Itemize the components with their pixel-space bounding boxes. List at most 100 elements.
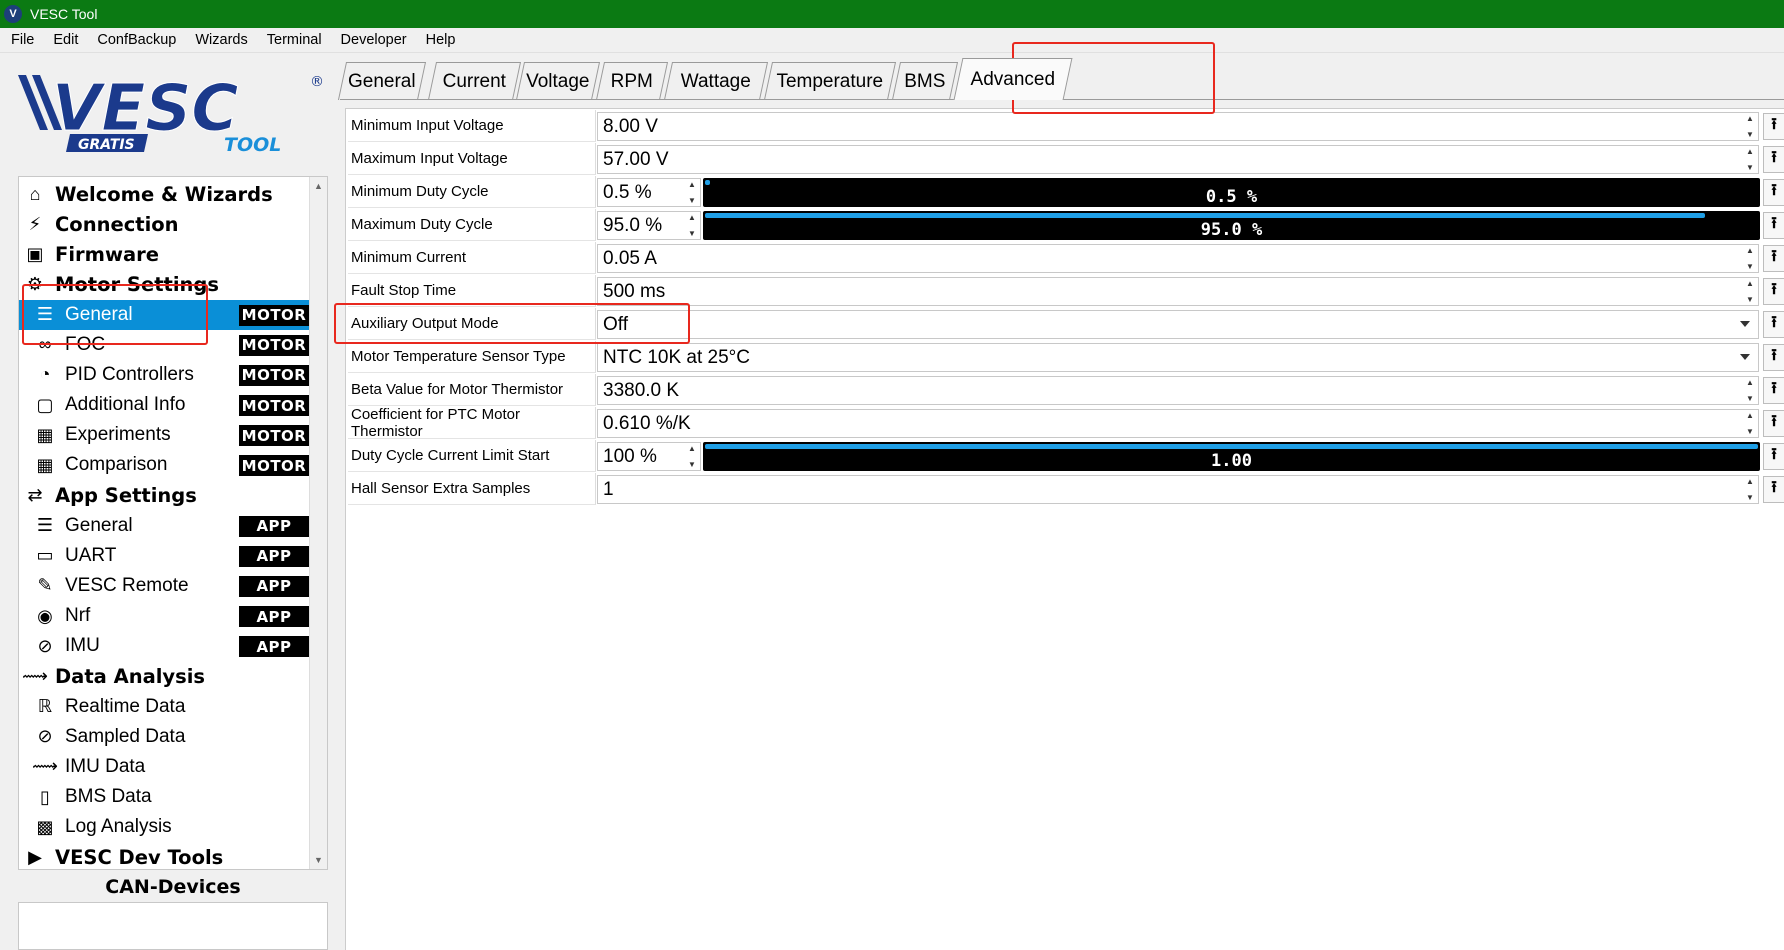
- param-label: Minimum Duty Cycle: [348, 176, 596, 208]
- param-combo-box[interactable]: Off: [597, 310, 1759, 339]
- param-spin-box[interactable]: 3380.0 K ▲ ▼: [597, 376, 1759, 405]
- read-default-button[interactable]: ⭱: [1763, 146, 1784, 173]
- tab-wattage[interactable]: Wattage: [663, 62, 769, 100]
- menu-terminal[interactable]: Terminal: [256, 32, 330, 48]
- tree-item-foc[interactable]: ∞ FOC MOTOR: [19, 330, 311, 360]
- tab-temperature[interactable]: Temperature: [763, 62, 897, 100]
- param-slider-bar[interactable]: 0.5 %: [703, 178, 1760, 207]
- param-spin-box[interactable]: 0.610 %/K ▲ ▼: [597, 409, 1759, 438]
- parameter-table: Minimum Input Voltage 8.00 V ▲ ▼ ⭱ Maximum In…: [345, 108, 1784, 950]
- tree-category-data-analysis[interactable]: ⟿ Data Analysis: [19, 661, 311, 691]
- tree-item-uart[interactable]: ▭ UART APP: [19, 541, 311, 571]
- menu-developer[interactable]: Developer: [330, 32, 415, 48]
- param-spin-box[interactable]: 95.0 % ▲ ▼: [597, 211, 701, 240]
- tree-item-bms-data[interactable]: ▯ BMS Data: [19, 782, 311, 812]
- read-default-button[interactable]: ⭱: [1763, 179, 1784, 206]
- tree-category-connection[interactable]: ⚡ Connection: [19, 209, 311, 239]
- can-devices-list[interactable]: [18, 902, 328, 950]
- menu-confbackup[interactable]: ConfBackup: [86, 32, 184, 48]
- param-spin-box[interactable]: 57.00 V ▲ ▼: [597, 145, 1759, 174]
- slider-fill: [705, 180, 711, 185]
- read-default-button[interactable]: ⭱: [1763, 410, 1784, 437]
- spin-arrows-icon[interactable]: ▲ ▼: [1743, 114, 1757, 139]
- can-devices-title: CAN-Devices: [105, 876, 241, 898]
- param-slider-bar[interactable]: 95.0 %: [703, 211, 1760, 240]
- tree-item-label: Firmware: [55, 242, 159, 266]
- menu-wizards[interactable]: Wizards: [184, 32, 255, 48]
- spin-arrows-icon[interactable]: ▲ ▼: [1743, 411, 1757, 436]
- tree-item-vesc-remote[interactable]: ✎ VESC Remote APP: [19, 571, 311, 601]
- tree-item-pid-controllers[interactable]: ◔ PID Controllers MOTOR: [19, 360, 311, 390]
- dropdown-arrow-icon[interactable]: [1740, 321, 1750, 327]
- param-spin-box[interactable]: 100 % ▲ ▼: [597, 442, 701, 471]
- param-spin-box[interactable]: 8.00 V ▲ ▼: [597, 112, 1759, 141]
- menu-file[interactable]: File: [0, 32, 42, 48]
- tree-category-app-settings[interactable]: ⇄ App Settings: [19, 481, 311, 511]
- spin-arrows-icon[interactable]: ▲ ▼: [685, 180, 699, 205]
- read-default-button[interactable]: ⭱: [1763, 245, 1784, 272]
- read-default-button[interactable]: ⭱: [1763, 344, 1784, 371]
- spin-arrows-icon[interactable]: ▲ ▼: [685, 213, 699, 238]
- param-spin-box[interactable]: 0.05 A ▲ ▼: [597, 244, 1759, 273]
- scroll-down-icon[interactable]: ▼: [310, 851, 327, 869]
- tab-bms[interactable]: BMS: [891, 62, 959, 100]
- param-row-beta-value-for-motor-thermistor: Beta Value for Motor Thermistor 3380.0 K ▲…: [346, 374, 1784, 407]
- tab-current[interactable]: Current: [427, 62, 522, 100]
- tab-advanced[interactable]: Advanced: [953, 58, 1073, 100]
- navigation-tree[interactable]: ⌂ Welcome & Wizards ⚡ Connection ▣ Firmware ⚙ M…: [18, 176, 328, 870]
- read-default-button[interactable]: ⭱: [1763, 113, 1784, 140]
- menu-edit[interactable]: Edit: [42, 32, 86, 48]
- tree-category-vesc-dev-tools[interactable]: ▶ VESC Dev Tools: [19, 842, 311, 869]
- tree-item-sampled-data[interactable]: ⊘ Sampled Data: [19, 722, 311, 752]
- upload-arrow-icon: ⭱: [1771, 413, 1777, 430]
- param-spin-box[interactable]: 0.5 % ▲ ▼: [597, 178, 701, 207]
- param-value: 0.5 %: [603, 181, 652, 203]
- menu-help[interactable]: Help: [415, 32, 464, 48]
- plug-icon: ⚡: [28, 213, 42, 234]
- tree-item-general[interactable]: ☰ General MOTOR: [19, 299, 311, 330]
- imu-data-icon: ⟿: [32, 756, 58, 777]
- read-default-button[interactable]: ⭱: [1763, 377, 1784, 404]
- param-slider-bar[interactable]: 1.00: [703, 442, 1760, 471]
- read-default-button[interactable]: ⭱: [1763, 278, 1784, 305]
- tree-category-firmware[interactable]: ▣ Firmware: [19, 239, 311, 269]
- read-default-button[interactable]: ⭱: [1763, 212, 1784, 239]
- dropdown-arrow-icon[interactable]: [1740, 354, 1750, 360]
- spin-arrows-icon[interactable]: ▲ ▼: [685, 444, 699, 469]
- read-default-button[interactable]: ⭱: [1763, 443, 1784, 470]
- tree-category-motor-settings[interactable]: ⚙ Motor Settings: [19, 269, 311, 299]
- param-combo-box[interactable]: NTC 10K at 25°C: [597, 343, 1759, 372]
- tree-category-welcome-wizards[interactable]: ⌂ Welcome & Wizards: [19, 179, 311, 209]
- motor-badge: MOTOR: [239, 395, 309, 417]
- tree-item-additional-info[interactable]: ▢ Additional Info MOTOR: [19, 390, 311, 420]
- gauge-icon: ◔: [39, 364, 51, 385]
- scroll-up-icon[interactable]: ▲: [310, 177, 327, 195]
- tree-item-realtime-data[interactable]: ℝ Realtime Data: [19, 692, 311, 722]
- tree-item-imu-data[interactable]: ⟿ IMU Data: [19, 752, 311, 782]
- param-label: Fault Stop Time: [348, 275, 596, 307]
- spin-arrows-icon[interactable]: ▲ ▼: [1743, 378, 1757, 403]
- tree-item-experiments[interactable]: ▦ Experiments MOTOR: [19, 420, 311, 450]
- tree-scrollbar[interactable]: ▲ ▼: [309, 177, 327, 869]
- read-default-button[interactable]: ⭱: [1763, 476, 1784, 503]
- tree-item-nrf[interactable]: ◉ Nrf APP: [19, 601, 311, 631]
- read-default-button[interactable]: ⭱: [1763, 311, 1784, 338]
- tab-voltage[interactable]: Voltage: [515, 62, 601, 100]
- param-value: 95.0 %: [603, 214, 663, 236]
- tree-item-general[interactable]: ☰ General APP: [19, 511, 311, 541]
- spin-arrows-icon[interactable]: ▲ ▼: [1743, 477, 1757, 502]
- spin-arrows-icon[interactable]: ▲ ▼: [1743, 279, 1757, 304]
- tab-rpm[interactable]: RPM: [595, 62, 669, 100]
- tree-item-label: Additional Info: [65, 394, 186, 416]
- spin-arrows-icon[interactable]: ▲ ▼: [1743, 147, 1757, 172]
- spin-arrows-icon[interactable]: ▲ ▼: [1743, 246, 1757, 271]
- tree-item-log-analysis[interactable]: ▩ Log Analysis: [19, 812, 311, 842]
- tree-item-comparison[interactable]: ▦ Comparison MOTOR: [19, 450, 311, 480]
- tree-item-imu[interactable]: ⊘ IMU APP: [19, 631, 311, 661]
- param-spin-box[interactable]: 500 ms ▲ ▼: [597, 277, 1759, 306]
- tab-label: BMS: [904, 71, 946, 92]
- tree-item-label: Log Analysis: [65, 816, 172, 838]
- motor-badge: MOTOR: [239, 304, 309, 326]
- param-spin-box[interactable]: 1 ▲ ▼: [597, 475, 1759, 504]
- tab-general[interactable]: General: [337, 62, 427, 100]
